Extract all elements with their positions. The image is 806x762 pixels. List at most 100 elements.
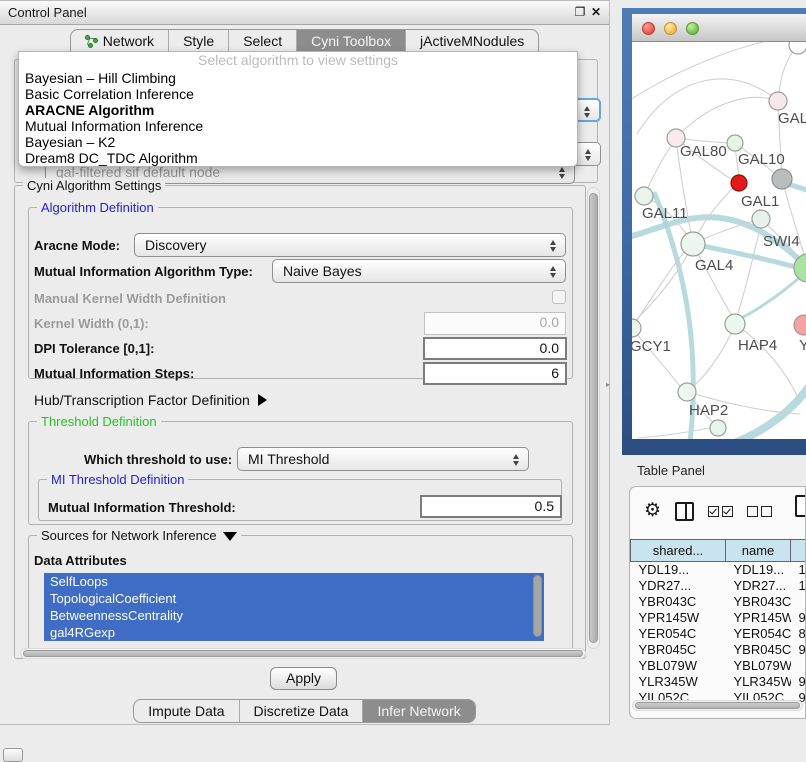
manual-kernel-checkbox[interactable] [552, 290, 566, 304]
table-row[interactable]: YBR045CYBR045C9. [631, 642, 806, 658]
dropdown-item[interactable]: Dream8 DC_TDC Algorithm [19, 150, 577, 166]
node-gcy1[interactable] [632, 319, 641, 337]
settings-horizontal-scrollbar[interactable] [20, 648, 586, 659]
mi-type-value: Naive Bayes [283, 263, 362, 279]
network-canvas[interactable]: GALGAL80GAL10GAL1GAL11SWI4GAL4HAP4YGCY1H… [632, 42, 806, 439]
settings-hscroll-thumb[interactable] [23, 650, 583, 657]
node-salmon[interactable] [794, 315, 806, 335]
table-column-header[interactable] [791, 540, 806, 562]
dropdown-item[interactable]: ARACNE Algorithm [19, 102, 577, 118]
node-label-gal10: GAL10 [738, 151, 785, 168]
tab-style[interactable]: Style [169, 30, 229, 52]
table-cell: YDL19... [726, 562, 791, 578]
node-hap4[interactable] [725, 314, 745, 334]
aracne-mode-value: Discovery [145, 237, 206, 253]
dropdown-item[interactable]: Bayesian – K2 [19, 134, 577, 150]
apply-button[interactable]: Apply [270, 667, 337, 690]
attribute-item[interactable]: BetweennessCentrality [44, 607, 544, 624]
attribute-item[interactable]: TopologicalCoefficient [44, 590, 544, 607]
kernel-width-field[interactable]: 0.0 [424, 312, 566, 335]
node-gal11[interactable] [635, 187, 653, 205]
node-gal1[interactable] [731, 175, 747, 191]
table-cell: 9. [791, 610, 806, 626]
columns-icon[interactable] [675, 502, 694, 521]
table-panel-title: Table Panel [637, 463, 705, 478]
expand-arrow-icon[interactable] [258, 394, 267, 406]
combo-stepper-icon [512, 453, 520, 467]
tab-jactivemnodules[interactable]: jActiveMNodules [406, 30, 538, 52]
aracne-mode-combobox[interactable]: Discovery [134, 233, 566, 257]
control-panel-tabbar: NetworkStyleSelect Cyni Toolbox jActiveMNo… [0, 29, 609, 53]
floating-panel-button[interactable] [3, 748, 23, 762]
control-panel-title: Control Panel [8, 5, 87, 20]
network-view-window: GALGAL80GAL10GAL1GAL11SWI4GAL4HAP4YGCY1H… [622, 8, 806, 455]
combo-stepper-icon [549, 265, 557, 279]
attribute-item[interactable]: gal4RGexp [44, 624, 544, 641]
gear-icon[interactable]: ⚙ [644, 501, 661, 521]
table-cell: YDR27... [631, 578, 726, 594]
tab-discretize-data[interactable]: Discretize Data [240, 700, 364, 722]
mi-threshold-title: MI Threshold Definition [47, 472, 188, 487]
table-horizontal-scrollbar[interactable] [632, 700, 803, 711]
tab-infer-network[interactable]: Infer Network [363, 700, 474, 722]
attribute-item[interactable]: SelfLoops [44, 573, 544, 590]
table-toolbar: ⚙ [630, 487, 805, 535]
tab-cyni-toolbox[interactable]: Cyni Toolbox [297, 30, 406, 52]
table-cell: YLR345W [631, 674, 726, 690]
node-swi4[interactable] [752, 210, 770, 228]
mac-minimize-icon[interactable] [664, 22, 677, 35]
select-all-checks-icon[interactable] [708, 506, 733, 517]
collapse-arrow-icon[interactable] [223, 532, 237, 541]
table-cell: YER054C [726, 626, 791, 642]
control-panel-window: Control Panel ❐ ✕ NetworkStyleSelect Cyni… [0, 0, 610, 725]
node-gal4[interactable] [681, 232, 705, 256]
table-cell: YBR045C [726, 642, 791, 658]
node-attribute-table: shared...name YDL19...YDL19...13YDR27...… [630, 539, 806, 706]
mi-type-combobox[interactable]: Naive Bayes [272, 259, 566, 283]
table-cell [791, 658, 806, 674]
table-column-header[interactable]: shared... [631, 540, 726, 562]
table-row[interactable]: YER054CYER054C8. [631, 626, 806, 642]
mi-steps-label: Mutual Information Steps: [34, 366, 194, 381]
panel-splitter-handle[interactable]: ▸ [606, 380, 610, 389]
mac-close-icon[interactable] [642, 22, 655, 35]
table-row[interactable]: YLR345WYLR345W9. [631, 674, 806, 690]
tab-impute-data[interactable]: Impute Data [134, 700, 239, 722]
attributes-list-scrollbar[interactable] [533, 575, 542, 637]
which-threshold-label: Which threshold to use: [84, 452, 232, 467]
settings-vscroll-thumb[interactable] [589, 193, 598, 643]
which-threshold-combobox[interactable]: MI Threshold [237, 447, 529, 471]
node-gal-partial[interactable] [769, 92, 787, 110]
close-icon[interactable]: ✕ [589, 5, 603, 19]
node-gray[interactable] [772, 169, 792, 189]
tab-select[interactable]: Select [229, 30, 297, 52]
tab-network[interactable]: Network [71, 30, 169, 52]
kernel-width-label: Kernel Width (0,1): [34, 316, 149, 331]
deselect-all-checks-icon[interactable] [747, 506, 772, 517]
table-hscroll-thumb[interactable] [635, 702, 800, 709]
node-hap2[interactable] [678, 383, 696, 401]
node-gal10[interactable] [727, 135, 743, 151]
network-window-titlebar[interactable] [632, 14, 806, 42]
node-top-partial[interactable] [789, 42, 806, 54]
mac-zoom-icon[interactable] [686, 22, 699, 35]
new-table-icon[interactable] [795, 495, 806, 517]
hub-section-label[interactable]: Hub/Transcription Factor Definition [34, 392, 267, 408]
float-window-icon[interactable]: ❐ [573, 5, 587, 19]
dropdown-item[interactable]: Basic Correlation Inference [19, 86, 577, 102]
dropdown-item[interactable]: Mutual Information Inference [19, 118, 577, 134]
dropdown-item[interactable]: Bayesian – Hill Climbing [19, 70, 577, 86]
table-column-header[interactable]: name [726, 540, 791, 562]
combo-stepper-icon [583, 105, 591, 119]
table-row[interactable]: YDR27...YDR27...12 [631, 578, 806, 594]
mi-threshold-field[interactable]: 0.5 [420, 495, 562, 518]
table-row[interactable]: YBR043CYBR043C [631, 594, 806, 610]
node-bottom-partial[interactable] [710, 420, 726, 436]
settings-vertical-scrollbar[interactable] [587, 187, 600, 649]
tab-label: Cyni Toolbox [311, 33, 391, 49]
table-row[interactable]: YDL19...YDL19...13 [631, 562, 806, 578]
table-row[interactable]: YPR145WYPR145W9. [631, 610, 806, 626]
table-row[interactable]: YBL079WYBL079W [631, 658, 806, 674]
mi-steps-field[interactable]: 6 [423, 362, 567, 385]
dpi-tolerance-field[interactable]: 0.0 [423, 337, 567, 360]
